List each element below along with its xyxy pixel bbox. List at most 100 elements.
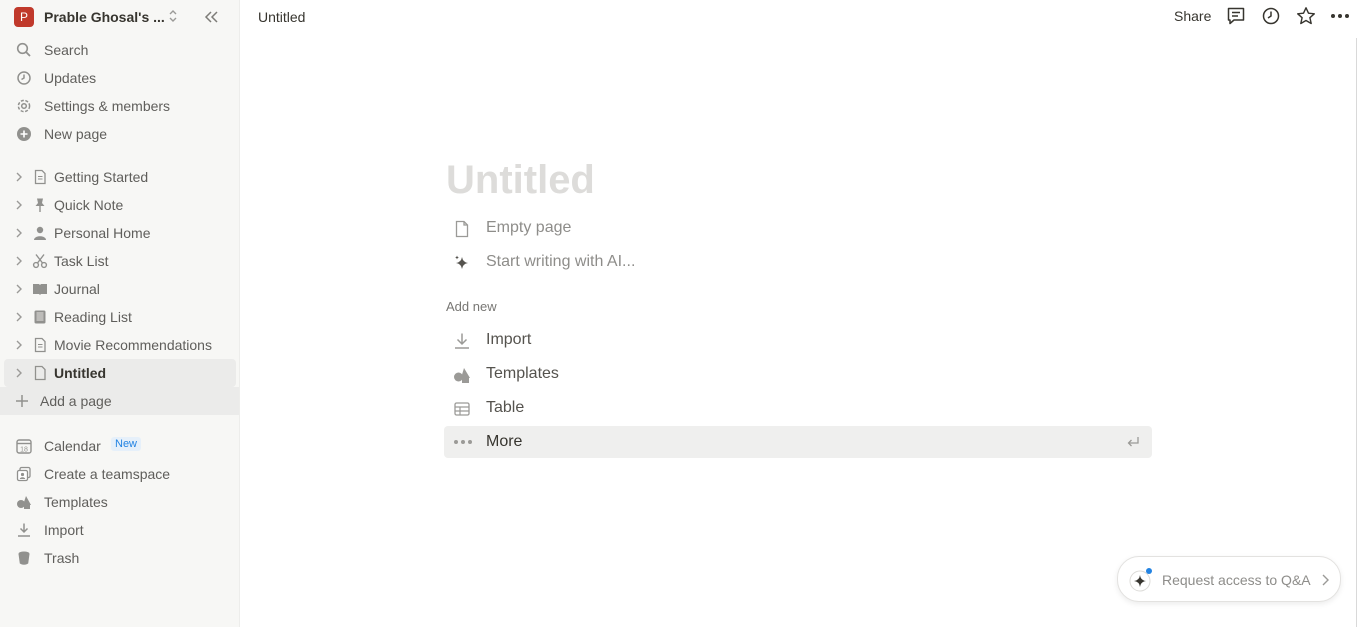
request-qa-access-button[interactable]: Request access to Q&A — [1117, 556, 1341, 602]
sidebar-item-create-teamspace[interactable]: Create a teamspace — [4, 460, 236, 488]
sidebar-item-label: Calendar — [44, 438, 101, 454]
sidebar-page-untitled[interactable]: Untitled — [4, 359, 236, 387]
calendar-icon: 18 — [16, 438, 32, 454]
shapes-icon — [16, 494, 32, 510]
new-badge: New — [111, 437, 142, 451]
empty-page-option[interactable]: Empty page — [444, 212, 1152, 244]
sidebar: P Prable Ghosal's ... Search Updates Set… — [0, 0, 240, 627]
sidebar-page-personal-home[interactable]: Personal Home — [4, 219, 236, 247]
sidebar-item-label: Settings & members — [44, 98, 171, 114]
page-title-input[interactable]: Untitled — [446, 158, 595, 203]
option-label: Start writing with AI... — [486, 253, 636, 270]
sidebar-item-label: Untitled — [54, 365, 107, 381]
gear-icon — [16, 98, 32, 114]
notebook-icon — [32, 309, 48, 325]
chevron-right-icon[interactable] — [14, 366, 24, 380]
sidebar-page-journal[interactable]: Journal — [4, 275, 236, 303]
page-icon — [32, 337, 48, 353]
scissors-icon — [32, 253, 48, 269]
sidebar-item-updates[interactable]: Updates — [4, 64, 236, 92]
share-button[interactable]: Share — [1174, 8, 1211, 24]
chevron-right-icon[interactable] — [14, 310, 24, 324]
option-label: Import — [486, 331, 532, 348]
search-icon — [16, 42, 32, 58]
scrollbar-track — [1356, 38, 1357, 627]
sidebar-item-label: Templates — [44, 494, 108, 510]
chevron-right-icon[interactable] — [14, 254, 24, 268]
table-icon — [453, 400, 471, 418]
sidebar-item-label: Personal Home — [54, 225, 151, 241]
plus-circle-icon — [16, 126, 32, 142]
option-label: Templates — [486, 365, 559, 382]
sidebar-item-label: New page — [44, 126, 108, 142]
history-clock-icon[interactable] — [1261, 6, 1281, 26]
sidebar-page-reading-list[interactable]: Reading List — [4, 303, 236, 331]
sidebar-item-search[interactable]: Search — [4, 36, 236, 64]
shapes-icon — [453, 366, 471, 384]
collapse-sidebar-icon[interactable] — [202, 8, 220, 26]
book-icon — [32, 281, 48, 297]
sidebar-page-task-list[interactable]: Task List — [4, 247, 236, 275]
sidebar-item-label: Reading List — [54, 309, 132, 325]
sidebar-item-label: Trash — [44, 550, 80, 566]
sidebar-item-label: Search — [44, 42, 89, 58]
sidebar-item-templates[interactable]: Templates — [4, 488, 236, 516]
more-dots-icon — [453, 434, 472, 452]
download-icon — [16, 522, 32, 538]
sidebar-item-label: Create a teamspace — [44, 466, 171, 482]
comments-icon[interactable] — [1226, 6, 1246, 26]
page-icon — [32, 365, 48, 381]
sidebar-item-trash[interactable]: Trash — [4, 544, 236, 572]
enter-key-icon — [1126, 435, 1140, 449]
option-label: Table — [486, 399, 525, 416]
page-icon — [32, 169, 48, 185]
plus-icon — [14, 393, 30, 409]
clock-icon — [16, 70, 32, 86]
add-page-button[interactable]: Add a page — [0, 387, 239, 415]
import-option[interactable]: Import — [444, 324, 1152, 356]
add-page-label: Add a page — [40, 393, 112, 409]
chevron-right-icon[interactable] — [14, 170, 24, 184]
chevron-right-icon[interactable] — [14, 282, 24, 296]
qa-label: Request access to Q&A — [1162, 572, 1311, 588]
breadcrumb[interactable]: Untitled — [258, 9, 305, 25]
sidebar-item-label: Journal — [54, 281, 100, 297]
pin-icon — [32, 197, 48, 213]
chevron-right-icon[interactable] — [14, 338, 24, 352]
trash-icon — [16, 550, 32, 566]
sidebar-item-import[interactable]: Import — [4, 516, 236, 544]
chevron-right-icon[interactable] — [14, 226, 24, 240]
ai-writing-option[interactable]: Start writing with AI... — [444, 246, 1152, 278]
sidebar-item-calendar[interactable]: 18 Calendar New — [4, 432, 236, 460]
workspace-name: Prable Ghosal's ... — [44, 9, 165, 25]
chevron-right-icon[interactable] — [14, 198, 24, 212]
sidebar-item-label: Movie Recommendations — [54, 337, 212, 353]
sidebar-item-label: Updates — [44, 70, 97, 86]
star-icon[interactable] — [1296, 6, 1316, 26]
table-option[interactable]: Table — [444, 392, 1152, 424]
option-label: More — [486, 433, 523, 450]
person-icon — [32, 225, 48, 241]
sparkle-icon — [453, 254, 471, 272]
chevron-right-icon — [1320, 573, 1330, 587]
sidebar-item-label: Quick Note — [54, 197, 124, 213]
option-label: Empty page — [486, 219, 572, 236]
sidebar-item-settings[interactable]: Settings & members — [4, 92, 236, 120]
sidebar-page-getting-started[interactable]: Getting Started — [4, 163, 236, 191]
sidebar-page-quick-note[interactable]: Quick Note — [4, 191, 236, 219]
sidebar-item-new-page[interactable]: New page — [4, 120, 236, 148]
add-new-label: Add new — [446, 299, 497, 314]
more-option[interactable]: More — [444, 426, 1152, 458]
workspace-avatar: P — [14, 7, 34, 27]
chevron-updown-icon[interactable] — [168, 9, 178, 23]
sidebar-item-label: Import — [44, 522, 84, 538]
sidebar-item-label: Task List — [54, 253, 109, 269]
more-options-icon[interactable] — [1330, 6, 1350, 26]
sidebar-item-label: Getting Started — [54, 169, 149, 185]
workspace-switcher[interactable]: P Prable Ghosal's ... — [10, 5, 230, 29]
sidebar-page-movie-recommendations[interactable]: Movie Recommendations — [4, 331, 236, 359]
download-icon — [453, 332, 471, 350]
templates-option[interactable]: Templates — [444, 358, 1152, 390]
qa-sparkle-icon — [1128, 567, 1154, 593]
page-icon — [453, 220, 471, 238]
